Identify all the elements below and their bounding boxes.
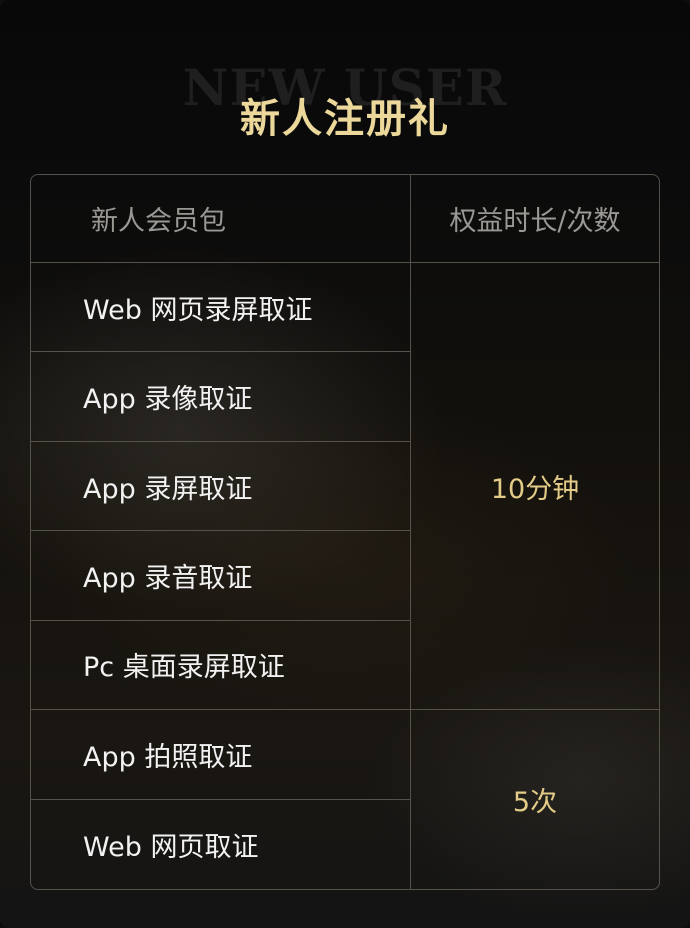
benefit-item: App 录屏取证	[31, 441, 411, 532]
benefit-item: App 拍照取证	[31, 710, 411, 800]
benefit-item: Web 网页录屏取证	[31, 263, 411, 353]
duration-value: 10分钟	[411, 263, 659, 711]
benefit-item: Web 网页取证	[31, 799, 411, 889]
column-header-duration: 权益时长/次数	[411, 175, 659, 263]
column-header-package: 新人会员包	[31, 175, 411, 263]
new-user-gift-card: NEW USER 新人注册礼 新人会员包 权益时长/次数 Web 网页录屏取证 …	[0, 0, 690, 928]
benefit-item: App 录音取证	[31, 531, 411, 621]
count-value: 5次	[512, 787, 558, 819]
benefit-item: App 录像取证	[31, 352, 411, 442]
benefits-table: 新人会员包 权益时长/次数 Web 网页录屏取证 App 录像取证 App 录屏…	[30, 174, 660, 890]
benefit-item: Pc 桌面录屏取证	[31, 620, 411, 711]
page-title: 新人注册礼	[240, 95, 450, 142]
